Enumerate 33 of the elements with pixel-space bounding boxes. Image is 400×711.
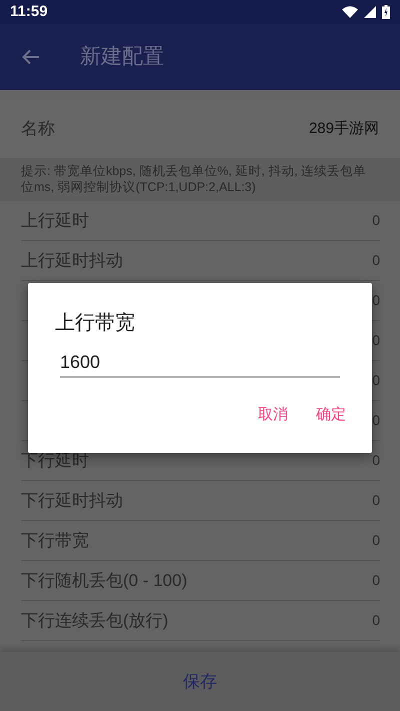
setting-label: 下行延时 [21, 450, 89, 472]
setting-value: 0 [372, 251, 380, 270]
screen-title: 新建配置 [80, 44, 164, 70]
setting-value: 0 [372, 451, 380, 470]
setting-row[interactable]: 下行随机丢包(0 - 100) 0 [21, 561, 380, 601]
setting-value: 0 [372, 611, 380, 630]
setting-row[interactable]: 上行延时抖动 0 [21, 241, 380, 281]
setting-row[interactable]: 下行连续丢包(放行) 0 [21, 601, 380, 641]
name-label: 名称 [21, 118, 55, 140]
signal-icon [364, 6, 376, 18]
dialog-title: 上行带宽 [55, 311, 136, 336]
setting-row[interactable]: 上行延时 0 [21, 201, 380, 241]
setting-label: 上行延时 [21, 210, 89, 232]
setting-label: 下行连续丢包(放行) [21, 610, 168, 632]
setting-row[interactable]: 下行带宽 0 [21, 521, 380, 561]
setting-value: 0 [372, 491, 380, 510]
dialog-button[interactable]: 取消 [250, 398, 296, 432]
setting-label: 下行随机丢包(0 - 100) [21, 570, 188, 592]
setting-value: 0 [372, 571, 380, 590]
setting-label: 上行延时抖动 [21, 250, 123, 272]
back-arrow-icon[interactable] [22, 49, 40, 65]
setting-value: 0 [372, 531, 380, 550]
setting-row[interactable]: 下行延时抖动 0 [21, 481, 380, 521]
setting-label: 下行带宽 [21, 530, 89, 552]
status-time: 11:59 [10, 2, 48, 22]
battery-icon [382, 5, 390, 19]
bandwidth-input[interactable]: 1600 [60, 348, 340, 378]
setting-value: 0 [372, 211, 380, 230]
name-value: 289手游网 [308, 118, 379, 139]
save-button[interactable]: 保存 [173, 664, 227, 698]
dialog-button[interactable]: 确定 [308, 398, 354, 432]
setting-label: 下行延时抖动 [21, 490, 123, 512]
wifi-icon [342, 6, 358, 18]
